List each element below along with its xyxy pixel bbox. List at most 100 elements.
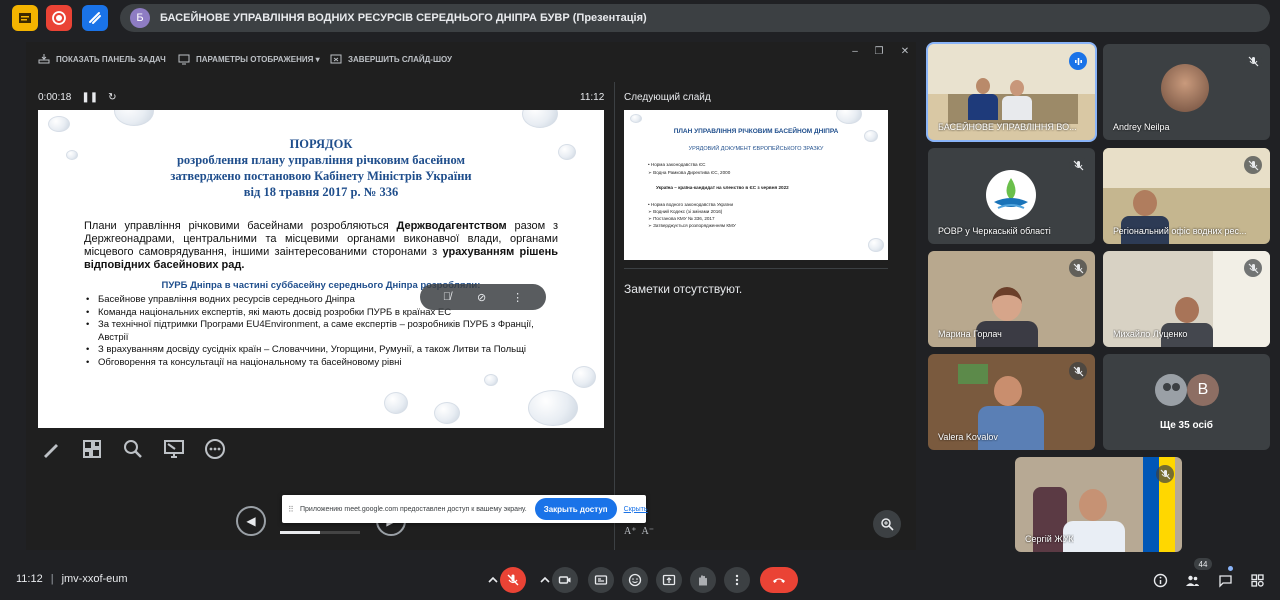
record-icon[interactable] [46, 5, 72, 31]
hide-tile-icon[interactable]: ⊘ [477, 291, 486, 304]
mic-off-icon [1244, 259, 1262, 277]
next-slide-line: ➢ Постанова КМУ № 336, 2017 [648, 216, 715, 221]
zoom-icon[interactable] [873, 510, 901, 538]
participant-tile[interactable]: Марина Горлач [928, 251, 1095, 347]
present-icon [662, 574, 676, 586]
slide-title-line: затверджено постановою Кабінету Міністрі… [170, 169, 472, 183]
next-slide-title: ПЛАН УПРАВЛІННЯ РІЧКОВИМ БАСЕЙНОМ ДНІПРА [673, 128, 839, 135]
next-slide-line: ➢ Водний Кодекс (зі змінами 2016) [648, 209, 723, 214]
mic-off-icon[interactable]: 🎙̸ [443, 291, 451, 303]
more-icon[interactable] [202, 436, 228, 462]
restore-icon[interactable]: ❐ [872, 46, 886, 57]
hand-icon [699, 575, 707, 586]
participant-name: Михайло Луценко [1113, 329, 1188, 339]
slide-progress-fill [280, 531, 320, 534]
raise-hand-button[interactable] [690, 567, 716, 593]
bullet-item: З врахуванням досвіду сусідніх країн – С… [86, 344, 566, 357]
participant-tile[interactable]: Регіональний офіс водних рес... [1103, 148, 1270, 244]
mic-off-icon [1069, 259, 1087, 277]
meeting-details-button[interactable] [1151, 571, 1169, 589]
pause-icon[interactable]: ❚❚ [81, 92, 98, 103]
person-face [1079, 489, 1107, 521]
camera-toggle-button[interactable] [552, 567, 578, 593]
participant-tile[interactable]: БАСЕЙНОВЕ УПРАВЛІННЯ ВО... [928, 44, 1095, 140]
leave-call-button[interactable] [760, 567, 798, 593]
activities-button[interactable] [1248, 571, 1266, 589]
person-face [1133, 190, 1157, 216]
mic-off-icon [1156, 465, 1174, 483]
water-drop-decoration [868, 238, 884, 252]
mic-off-icon [1244, 52, 1262, 70]
participant-tile[interactable]: Михайло Луценко [1103, 251, 1270, 347]
more-options-button[interactable] [724, 567, 750, 593]
person-body [1002, 96, 1032, 120]
slide-progress [280, 531, 360, 534]
stop-sharing-button[interactable]: Закрыть доступ [534, 498, 617, 520]
water-drop-decoration [572, 366, 596, 388]
whiteboard-icon[interactable] [82, 5, 108, 31]
water-drop-decoration [630, 114, 642, 123]
present-screen-button[interactable] [656, 567, 682, 593]
drag-handle-icon[interactable]: ⠿ [288, 505, 294, 514]
next-slide-subtitle: УРЯДОВИЙ ДОКУМЕНТ ЄВРОПЕЙСЬКОГО ЗРАЗКУ [688, 146, 824, 152]
participant-tile[interactable]: Сергій ЖУК [1015, 457, 1182, 552]
info-icon [1153, 573, 1167, 587]
video-options-chevron-icon[interactable] [538, 567, 552, 593]
participant-tile[interactable]: Andrey Neilpa [1103, 44, 1270, 140]
screen-share-notification: ⠿ Приложению meet.google.com предоставле… [282, 495, 648, 523]
captions-button[interactable] [588, 567, 614, 593]
chat-button[interactable] [1216, 571, 1234, 589]
person-body [968, 94, 998, 120]
participants-count-badge: 44 [1194, 558, 1212, 570]
reactions-button[interactable] [622, 567, 648, 593]
minimize-icon[interactable]: – [848, 46, 862, 57]
audio-options-chevron-icon[interactable] [486, 567, 500, 593]
close-icon[interactable]: ✕ [898, 46, 912, 57]
next-slide-preview[interactable]: ПЛАН УПРАВЛІННЯ РІЧКОВИМ БАСЕЙНОМ ДНІПРА… [624, 110, 888, 260]
people-button[interactable] [1183, 571, 1201, 589]
show-taskbar-button[interactable]: ПОКАЗАТЬ ПАНЕЛЬ ЗАДАЧ [38, 53, 166, 65]
presenter-tools [38, 436, 243, 462]
restart-icon[interactable]: ↻ [108, 92, 116, 103]
screen-pointer-icon[interactable] [161, 436, 187, 462]
show-taskbar-label: ПОКАЗАТЬ ПАНЕЛЬ ЗАДАЧ [56, 54, 166, 64]
participant-tile[interactable]: РОВР у Черкаській області [928, 148, 1095, 244]
water-drop-decoration [48, 116, 70, 132]
slide-title: ПОРЯДОК розроблення плану управління річ… [38, 136, 604, 200]
microphone-toggle-button[interactable] [500, 567, 526, 593]
magnifier-icon[interactable] [120, 436, 146, 462]
display-settings-icon [178, 54, 190, 65]
hangup-icon [773, 578, 785, 583]
person-face [994, 376, 1022, 406]
participant-tile[interactable]: Valera Kovalov [928, 354, 1095, 450]
mic-off-icon [1244, 156, 1262, 174]
participant-name: БАСЕЙНОВЕ УПРАВЛІННЯ ВО... [938, 122, 1077, 132]
prev-slide-button[interactable]: ◀ [236, 506, 266, 536]
next-slide-line: • Норма законодавства ЄС [648, 162, 706, 167]
others-tile[interactable]: B Ще 35 осіб [1103, 354, 1270, 450]
display-settings-label: ПАРАМЕТРЫ ОТОБРАЖЕНИЯ ▾ [196, 54, 320, 64]
end-show-icon [330, 54, 342, 64]
notes-font-size-controls[interactable]: A⁺ A⁻ [624, 526, 654, 537]
slide-title-line: ПОРЯДОК [289, 137, 353, 151]
grid-icon[interactable] [79, 436, 105, 462]
top-strip: Б БАСЕЙНОВЕ УПРАВЛІННЯ ВОДНИХ РЕСУРСІВ С… [0, 0, 1280, 36]
end-show-button[interactable]: ЗАВЕРШИТЬ СЛАЙД-ШОУ [330, 53, 452, 65]
people-icon [1185, 575, 1199, 586]
meeting-time: 11:12 [16, 573, 43, 585]
prev-icon: ◀ [246, 514, 256, 528]
current-slide: ПОРЯДОК розроблення плану управління річ… [38, 110, 604, 428]
person-face [1010, 80, 1024, 96]
hide-notification-link[interactable]: Скрыть [624, 506, 648, 513]
slides-icon[interactable] [12, 5, 38, 31]
mic-off-icon [1069, 362, 1087, 380]
participant-name: Марина Горлач [938, 329, 1002, 339]
more-icon[interactable]: ⋮ [512, 291, 523, 304]
next-slide-line: ➢ Затверджується розпорядженням КМУ [648, 223, 736, 228]
pen-icon[interactable] [38, 436, 64, 462]
tile-hover-controls: 🎙̸ ⊘ ⋮ [420, 284, 546, 310]
end-show-label: ЗАВЕРШИТЬ СЛАЙД-ШОУ [348, 54, 453, 64]
activities-icon [1250, 573, 1264, 587]
display-settings-button[interactable]: ПАРАМЕТРЫ ОТОБРАЖЕНИЯ ▾ [178, 53, 320, 65]
group-photo-icon [1155, 374, 1187, 406]
